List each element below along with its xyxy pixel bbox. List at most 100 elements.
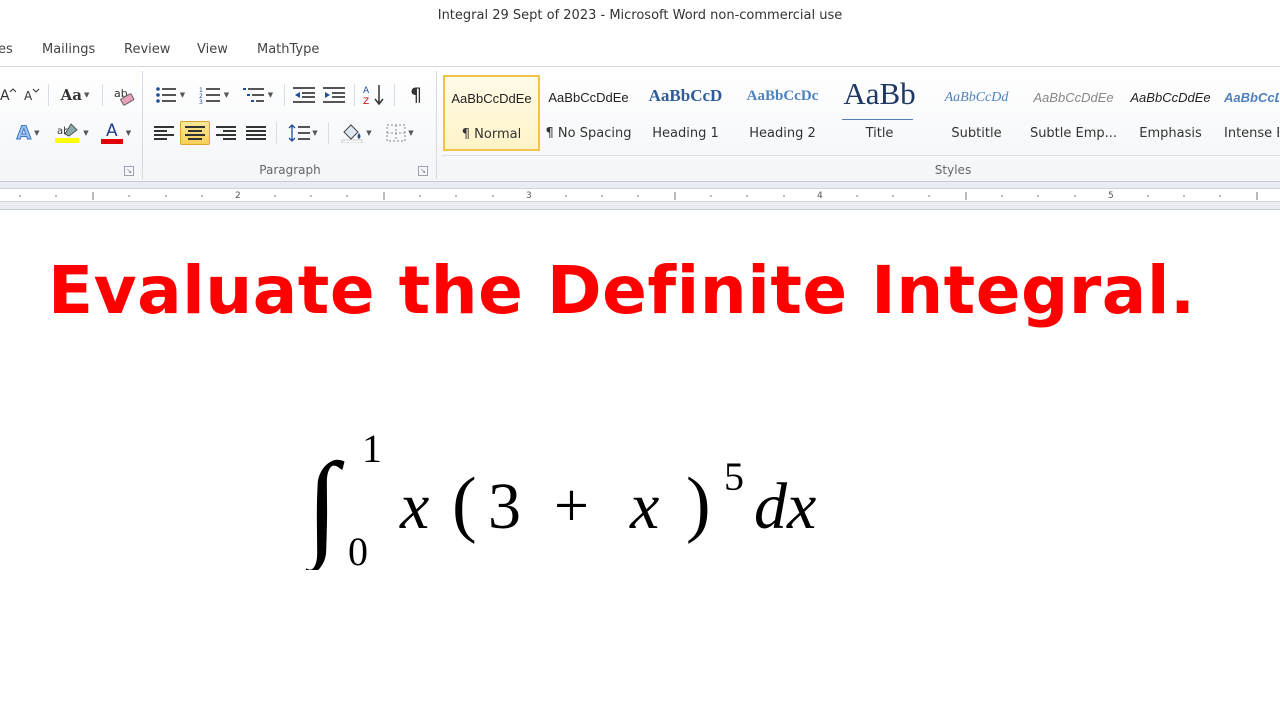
- decrease-indent-icon: [293, 87, 315, 103]
- change-case-label: Aa: [60, 86, 82, 104]
- bullets-button[interactable]: ▼: [150, 83, 190, 107]
- separator: [276, 122, 277, 144]
- document-heading[interactable]: Evaluate the Definite Integral.: [48, 252, 1196, 329]
- style-sample: AaBbCcDdEe: [1033, 90, 1114, 105]
- open-paren: (: [452, 463, 477, 545]
- tab-review[interactable]: Review: [124, 42, 170, 57]
- ruler-number: 5: [1108, 191, 1114, 201]
- document-page[interactable]: Evaluate the Definite Integral. ∫ 1 0 x …: [0, 210, 1280, 720]
- highlight-button[interactable]: ab ▼: [52, 121, 92, 145]
- align-right-button[interactable]: [212, 121, 240, 145]
- style-name: Emphasis: [1139, 126, 1202, 141]
- chevron-down-icon: ▼: [267, 91, 274, 99]
- style-subtle-emphasis[interactable]: AaBbCcDdEe Subtle Emp...: [1025, 75, 1122, 151]
- title-underline: [842, 119, 913, 120]
- text-effects-button[interactable]: A ▼: [10, 121, 46, 145]
- svg-text:3: 3: [199, 99, 203, 104]
- inner-variable-x: x: [629, 470, 659, 543]
- sort-button[interactable]: A Z: [360, 81, 388, 109]
- highlighter-icon: ab: [55, 123, 80, 143]
- style-name: Subtitle: [951, 126, 1002, 141]
- ruler-strip: [0, 188, 1280, 202]
- style-sample: AaBbCcDdEe: [1130, 90, 1211, 105]
- style-heading-2[interactable]: AaBbCcDc Heading 2: [734, 75, 831, 151]
- bullets-icon: [155, 87, 176, 103]
- style-sample: AaBbCcDd: [944, 90, 1009, 105]
- styles-gallery-divider: [442, 155, 1280, 156]
- style-sample: AaBbCcDdEe: [451, 91, 532, 106]
- justify-icon: [246, 126, 266, 140]
- tab-mathtype[interactable]: MathType: [257, 42, 319, 57]
- group-separator: [436, 71, 437, 179]
- borders-button[interactable]: ▼: [380, 121, 420, 145]
- style-emphasis[interactable]: AaBbCcDdEe Emphasis: [1122, 75, 1219, 151]
- grow-font-icon: A: [0, 88, 16, 103]
- style-name: Intense E: [1224, 126, 1279, 141]
- multilevel-list-icon: [242, 88, 264, 102]
- clear-formatting-button[interactable]: ab: [110, 81, 138, 109]
- styles-group-label: Styles: [934, 163, 972, 177]
- sort-az-icon: A Z: [363, 85, 384, 107]
- numbering-button[interactable]: 1 2 3 ▼: [194, 83, 234, 107]
- chevron-down-icon: ▼: [83, 91, 90, 99]
- separator: [284, 84, 285, 106]
- multilevel-list-button[interactable]: ▼: [238, 83, 278, 107]
- borders-icon: [386, 124, 406, 142]
- change-case-button[interactable]: Aa ▼: [56, 83, 94, 107]
- shading-button[interactable]: ▼: [336, 121, 376, 145]
- separator: [102, 84, 103, 106]
- ruler-number: 3: [526, 191, 532, 201]
- justify-button[interactable]: [242, 121, 270, 145]
- style-sample: AaBbCcD: [648, 86, 723, 105]
- chevron-down-icon: ▼: [125, 129, 132, 137]
- close-paren: ): [686, 463, 711, 545]
- paint-bucket-icon: [342, 124, 363, 143]
- shrink-font-button[interactable]: A: [20, 83, 42, 107]
- style-normal[interactable]: AaBbCcDdEe ¶ Normal: [443, 75, 540, 151]
- increase-indent-button[interactable]: [320, 83, 348, 107]
- pilcrow-icon: ¶: [409, 84, 423, 106]
- style-title[interactable]: AaBb Title: [831, 75, 928, 151]
- style-no-spacing[interactable]: AaBbCcDdEe ¶ No Spacing: [540, 75, 637, 151]
- chevron-down-icon: ▼: [408, 129, 414, 137]
- font-color-glyph: A: [105, 120, 118, 141]
- line-spacing-button[interactable]: ▼: [284, 121, 322, 145]
- upper-limit: 1: [362, 426, 382, 471]
- font-color-button[interactable]: A ▼: [96, 121, 136, 145]
- text-effects-icon: A: [16, 122, 32, 145]
- window-title: Integral 29 Sept of 2023 - Microsoft Wor…: [437, 8, 843, 23]
- integral-equation[interactable]: ∫ 1 0 x ( 3 + x ) 5 dx: [306, 420, 866, 570]
- align-center-button[interactable]: [180, 121, 210, 145]
- paragraph-dialog-launcher[interactable]: ↘: [418, 166, 428, 176]
- increase-indent-icon: [323, 87, 345, 103]
- svg-text:A: A: [0, 88, 10, 103]
- grow-font-button[interactable]: A: [0, 83, 18, 107]
- align-left-button[interactable]: [150, 121, 178, 145]
- font-dialog-launcher[interactable]: ↘: [124, 166, 134, 176]
- chevron-down-icon: ▼: [83, 129, 89, 137]
- numbering-icon: 1 2 3: [199, 87, 220, 104]
- separator: [48, 84, 49, 106]
- separator: [328, 122, 329, 144]
- ruler-number: 2: [235, 191, 241, 201]
- svg-text:A: A: [363, 86, 370, 96]
- integral-sign: ∫: [306, 439, 345, 570]
- style-name: Title: [865, 126, 894, 141]
- decrease-indent-button[interactable]: [290, 83, 318, 107]
- group-separator: [142, 71, 143, 179]
- lower-limit: 0: [348, 529, 368, 570]
- font-color-icon: A: [100, 120, 123, 144]
- tab-view[interactable]: View: [197, 42, 228, 57]
- style-heading-1[interactable]: AaBbCcD Heading 1: [637, 75, 734, 151]
- paragraph-group-label: Paragraph: [259, 163, 321, 177]
- separator: [354, 84, 355, 106]
- tab-mailings[interactable]: Mailings: [42, 42, 95, 57]
- horizontal-ruler[interactable]: 2 3 4 5: [0, 182, 1280, 210]
- style-intense-emphasis[interactable]: AaBbCcDd Intense E: [1219, 75, 1280, 151]
- tab-references[interactable]: es: [0, 42, 13, 57]
- ruler-ticks: [19, 192, 1258, 200]
- chevron-down-icon: ▼: [312, 129, 318, 137]
- show-marks-button[interactable]: ¶: [402, 83, 430, 107]
- style-sample: AaBb: [843, 76, 916, 111]
- style-subtitle[interactable]: AaBbCcDd Subtitle: [928, 75, 1025, 151]
